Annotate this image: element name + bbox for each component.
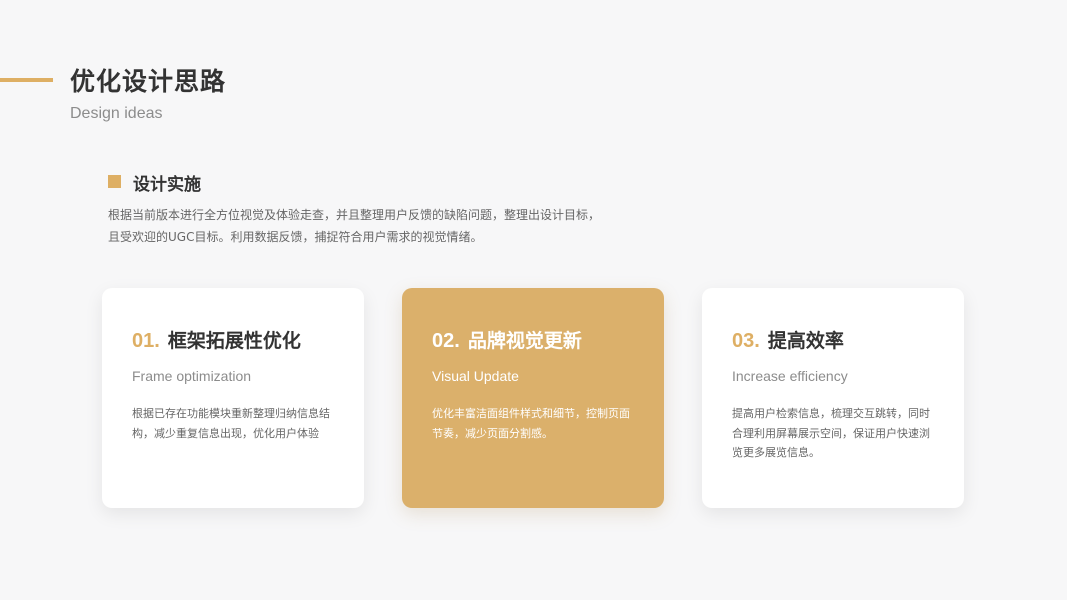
- card-title: 02. 品牌视觉更新: [432, 328, 664, 354]
- card-subtitle: Visual Update: [432, 368, 519, 384]
- card-number: 03.: [732, 330, 760, 352]
- title-accent-line: [0, 78, 53, 82]
- card-body-line: 构，减少重复信息出现，优化用户体验: [132, 426, 319, 440]
- card-body: 根据已存在功能模块重新整理归纳信息结 构，减少重复信息出现，优化用户体验: [132, 404, 332, 443]
- section-description-line: 根据当前版本进行全方位视觉及体验走查，并且整理用户反馈的缺陷问题，整理出设计目标…: [108, 208, 601, 222]
- card-subtitle: Increase efficiency: [732, 368, 848, 384]
- card-body-line: 节奏，减少页面分割感。: [432, 426, 553, 440]
- card-body: 提高用户检索信息，梳理交互跳转，同时 合理利用屏幕展示空间，保证用户快速浏 览更…: [732, 404, 932, 463]
- page-subtitle: Design ideas: [70, 105, 163, 122]
- card-number: 02.: [432, 330, 460, 352]
- card-body: 优化丰富洁面组件样式和细节，控制页面 节奏，减少页面分割感。: [432, 404, 632, 443]
- card-frame-optimization: 01. 框架拓展性优化 Frame optimization 根据已存在功能模块重…: [102, 288, 364, 508]
- card-title-text: 提高效率: [767, 330, 844, 352]
- card-title-text: 品牌视觉更新: [467, 330, 582, 352]
- card-body-line: 根据已存在功能模块重新整理归纳信息结: [132, 407, 330, 420]
- section-heading: 设计实施: [133, 175, 201, 195]
- card-body-line: 合理利用屏幕展示空间，保证用户快速浏: [732, 426, 930, 440]
- card-number: 01.: [132, 330, 160, 352]
- section-square-icon: [108, 175, 121, 188]
- card-body-line: 优化丰富洁面组件样式和细节，控制页面: [432, 407, 630, 420]
- section-description: 根据当前版本进行全方位视觉及体验走查，并且整理用户反馈的缺陷问题，整理出设计目标…: [108, 204, 648, 248]
- card-title: 03. 提高效率: [732, 328, 964, 354]
- card-title: 01. 框架拓展性优化: [132, 328, 364, 354]
- card-body-line: 提高用户检索信息，梳理交互跳转，同时: [732, 407, 930, 420]
- card-body-line: 览更多展览信息。: [732, 446, 820, 459]
- card-subtitle: Frame optimization: [132, 368, 252, 384]
- card-title-text: 框架拓展性优化: [167, 330, 301, 352]
- page-title: 优化设计思路: [70, 67, 227, 96]
- card-visual-update: 02. 品牌视觉更新 Visual Update 优化丰富洁面组件样式和细节，控制…: [402, 288, 664, 508]
- section-description-line: 且受欢迎的UGC目标。利用数据反馈，捕捉符合用户需求的视觉情绪。: [108, 230, 483, 244]
- card-increase-efficiency: 03. 提高效率 Increase efficiency 提高用户检索信息，梳理交…: [702, 288, 964, 508]
